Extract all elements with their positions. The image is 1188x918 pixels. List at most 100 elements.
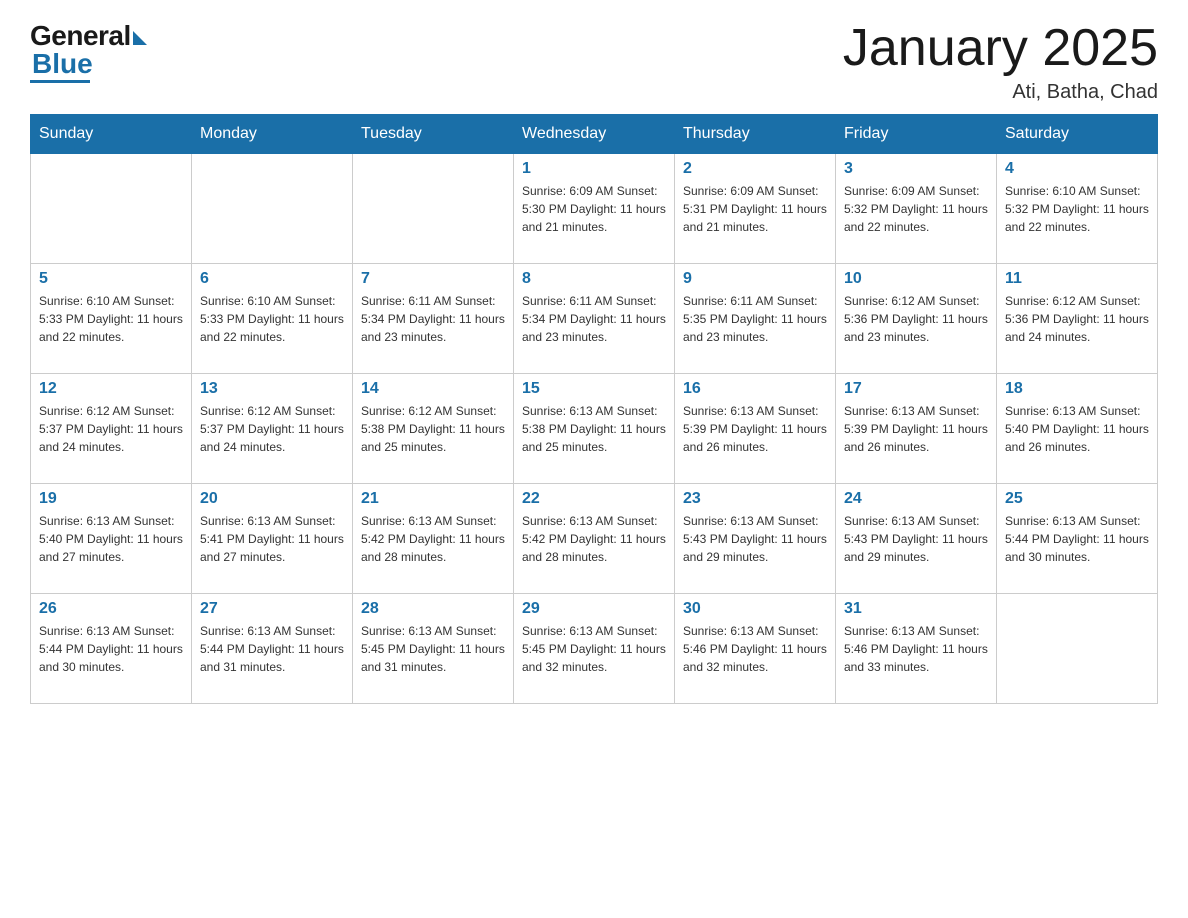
calendar-cell: 23 Sunrise: 6:13 AM Sunset: 5:43 PM Dayli…	[675, 484, 836, 594]
day-info: Sunrise: 6:12 AM Sunset: 5:37 PM Dayligh…	[200, 402, 344, 456]
calendar-cell: 31 Sunrise: 6:13 AM Sunset: 5:46 PM Dayli…	[836, 594, 997, 704]
calendar-week-2: 5 Sunrise: 6:10 AM Sunset: 5:33 PM Daylig…	[31, 264, 1158, 374]
day-info: Sunrise: 6:13 AM Sunset: 5:44 PM Dayligh…	[39, 622, 183, 676]
day-info: Sunrise: 6:12 AM Sunset: 5:38 PM Dayligh…	[361, 402, 505, 456]
day-info: Sunrise: 6:13 AM Sunset: 5:41 PM Dayligh…	[200, 512, 344, 566]
day-info: Sunrise: 6:13 AM Sunset: 5:46 PM Dayligh…	[683, 622, 827, 676]
calendar-header-saturday: Saturday	[997, 115, 1158, 154]
calendar-cell: 10 Sunrise: 6:12 AM Sunset: 5:36 PM Dayli…	[836, 264, 997, 374]
day-info: Sunrise: 6:11 AM Sunset: 5:35 PM Dayligh…	[683, 292, 827, 346]
day-info: Sunrise: 6:10 AM Sunset: 5:33 PM Dayligh…	[39, 292, 183, 346]
day-info: Sunrise: 6:13 AM Sunset: 5:45 PM Dayligh…	[522, 622, 666, 676]
day-info: Sunrise: 6:13 AM Sunset: 5:42 PM Dayligh…	[522, 512, 666, 566]
calendar-header-row: SundayMondayTuesdayWednesdayThursdayFrid…	[31, 115, 1158, 154]
day-info: Sunrise: 6:13 AM Sunset: 5:45 PM Dayligh…	[361, 622, 505, 676]
calendar-header-thursday: Thursday	[675, 115, 836, 154]
day-number: 20	[200, 490, 344, 508]
calendar-table: SundayMondayTuesdayWednesdayThursdayFrid…	[30, 114, 1158, 704]
calendar-cell: 28 Sunrise: 6:13 AM Sunset: 5:45 PM Dayli…	[353, 594, 514, 704]
calendar-cell: 22 Sunrise: 6:13 AM Sunset: 5:42 PM Dayli…	[514, 484, 675, 594]
calendar-cell: 15 Sunrise: 6:13 AM Sunset: 5:38 PM Dayli…	[514, 374, 675, 484]
calendar-week-3: 12 Sunrise: 6:12 AM Sunset: 5:37 PM Dayli…	[31, 374, 1158, 484]
day-info: Sunrise: 6:13 AM Sunset: 5:39 PM Dayligh…	[683, 402, 827, 456]
day-info: Sunrise: 6:12 AM Sunset: 5:36 PM Dayligh…	[844, 292, 988, 346]
day-info: Sunrise: 6:10 AM Sunset: 5:32 PM Dayligh…	[1005, 182, 1149, 236]
day-number: 19	[39, 490, 183, 508]
day-info: Sunrise: 6:13 AM Sunset: 5:44 PM Dayligh…	[200, 622, 344, 676]
day-number: 18	[1005, 380, 1149, 398]
day-number: 21	[361, 490, 505, 508]
day-info: Sunrise: 6:13 AM Sunset: 5:39 PM Dayligh…	[844, 402, 988, 456]
day-number: 13	[200, 380, 344, 398]
day-info: Sunrise: 6:13 AM Sunset: 5:40 PM Dayligh…	[39, 512, 183, 566]
calendar-cell: 20 Sunrise: 6:13 AM Sunset: 5:41 PM Dayli…	[192, 484, 353, 594]
day-number: 5	[39, 270, 183, 288]
day-info: Sunrise: 6:13 AM Sunset: 5:43 PM Dayligh…	[683, 512, 827, 566]
day-number: 27	[200, 600, 344, 618]
day-info: Sunrise: 6:13 AM Sunset: 5:40 PM Dayligh…	[1005, 402, 1149, 456]
title-section: January 2025 Ati, Batha, Chad	[843, 20, 1158, 104]
calendar-header-monday: Monday	[192, 115, 353, 154]
calendar-header-tuesday: Tuesday	[353, 115, 514, 154]
day-info: Sunrise: 6:09 AM Sunset: 5:32 PM Dayligh…	[844, 182, 988, 236]
day-number: 10	[844, 270, 988, 288]
day-number: 31	[844, 600, 988, 618]
day-number: 25	[1005, 490, 1149, 508]
calendar-cell: 13 Sunrise: 6:12 AM Sunset: 5:37 PM Dayli…	[192, 374, 353, 484]
day-number: 28	[361, 600, 505, 618]
calendar-cell	[31, 154, 192, 264]
logo-blue-text: Blue	[32, 48, 93, 80]
day-info: Sunrise: 6:11 AM Sunset: 5:34 PM Dayligh…	[522, 292, 666, 346]
day-info: Sunrise: 6:12 AM Sunset: 5:36 PM Dayligh…	[1005, 292, 1149, 346]
day-number: 14	[361, 380, 505, 398]
day-number: 30	[683, 600, 827, 618]
calendar-cell: 24Sunrise: 6:13 AM Sunset: 5:43 PM Dayli…	[836, 484, 997, 594]
calendar-cell: 6 Sunrise: 6:10 AM Sunset: 5:33 PM Daylig…	[192, 264, 353, 374]
calendar-cell: 5 Sunrise: 6:10 AM Sunset: 5:33 PM Daylig…	[31, 264, 192, 374]
logo-arrow-icon	[133, 31, 147, 45]
calendar-cell: 25 Sunrise: 6:13 AM Sunset: 5:44 PM Dayli…	[997, 484, 1158, 594]
calendar-cell: 14 Sunrise: 6:12 AM Sunset: 5:38 PM Dayli…	[353, 374, 514, 484]
day-number: 15	[522, 380, 666, 398]
day-info: Sunrise: 6:13 AM Sunset: 5:42 PM Dayligh…	[361, 512, 505, 566]
day-number: 3	[844, 160, 988, 178]
day-number: 22	[522, 490, 666, 508]
day-info: Sunrise: 6:13 AM Sunset: 5:44 PM Dayligh…	[1005, 512, 1149, 566]
calendar-cell: 26Sunrise: 6:13 AM Sunset: 5:44 PM Dayli…	[31, 594, 192, 704]
calendar-cell: 19 Sunrise: 6:13 AM Sunset: 5:40 PM Dayli…	[31, 484, 192, 594]
calendar-cell: 11 Sunrise: 6:12 AM Sunset: 5:36 PM Dayli…	[997, 264, 1158, 374]
day-number: 8	[522, 270, 666, 288]
day-number: 1	[522, 160, 666, 178]
day-number: 17	[844, 380, 988, 398]
day-number: 6	[200, 270, 344, 288]
calendar-header-sunday: Sunday	[31, 115, 192, 154]
day-info: Sunrise: 6:11 AM Sunset: 5:34 PM Dayligh…	[361, 292, 505, 346]
month-title: January 2025	[843, 20, 1158, 77]
day-number: 16	[683, 380, 827, 398]
calendar-cell	[353, 154, 514, 264]
calendar-week-1: 1 Sunrise: 6:09 AM Sunset: 5:30 PM Daylig…	[31, 154, 1158, 264]
location-label: Ati, Batha, Chad	[843, 81, 1158, 104]
day-number: 23	[683, 490, 827, 508]
day-number: 11	[1005, 270, 1149, 288]
calendar-cell: 18 Sunrise: 6:13 AM Sunset: 5:40 PM Dayli…	[997, 374, 1158, 484]
calendar-cell: 4 Sunrise: 6:10 AM Sunset: 5:32 PM Daylig…	[997, 154, 1158, 264]
day-number: 24	[844, 490, 988, 508]
calendar-cell: 29 Sunrise: 6:13 AM Sunset: 5:45 PM Dayli…	[514, 594, 675, 704]
calendar-cell: 21 Sunrise: 6:13 AM Sunset: 5:42 PM Dayli…	[353, 484, 514, 594]
day-number: 4	[1005, 160, 1149, 178]
calendar-week-4: 19 Sunrise: 6:13 AM Sunset: 5:40 PM Dayli…	[31, 484, 1158, 594]
calendar-cell	[997, 594, 1158, 704]
day-number: 12	[39, 380, 183, 398]
day-number: 7	[361, 270, 505, 288]
day-info: Sunrise: 6:09 AM Sunset: 5:30 PM Dayligh…	[522, 182, 666, 236]
day-number: 2	[683, 160, 827, 178]
calendar-cell: 3 Sunrise: 6:09 AM Sunset: 5:32 PM Daylig…	[836, 154, 997, 264]
day-info: Sunrise: 6:12 AM Sunset: 5:37 PM Dayligh…	[39, 402, 183, 456]
day-info: Sunrise: 6:13 AM Sunset: 5:38 PM Dayligh…	[522, 402, 666, 456]
day-info: Sunrise: 6:13 AM Sunset: 5:46 PM Dayligh…	[844, 622, 988, 676]
calendar-cell: 2Sunrise: 6:09 AM Sunset: 5:31 PM Daylig…	[675, 154, 836, 264]
calendar-cell: 1 Sunrise: 6:09 AM Sunset: 5:30 PM Daylig…	[514, 154, 675, 264]
day-info: Sunrise: 6:10 AM Sunset: 5:33 PM Dayligh…	[200, 292, 344, 346]
day-number: 29	[522, 600, 666, 618]
